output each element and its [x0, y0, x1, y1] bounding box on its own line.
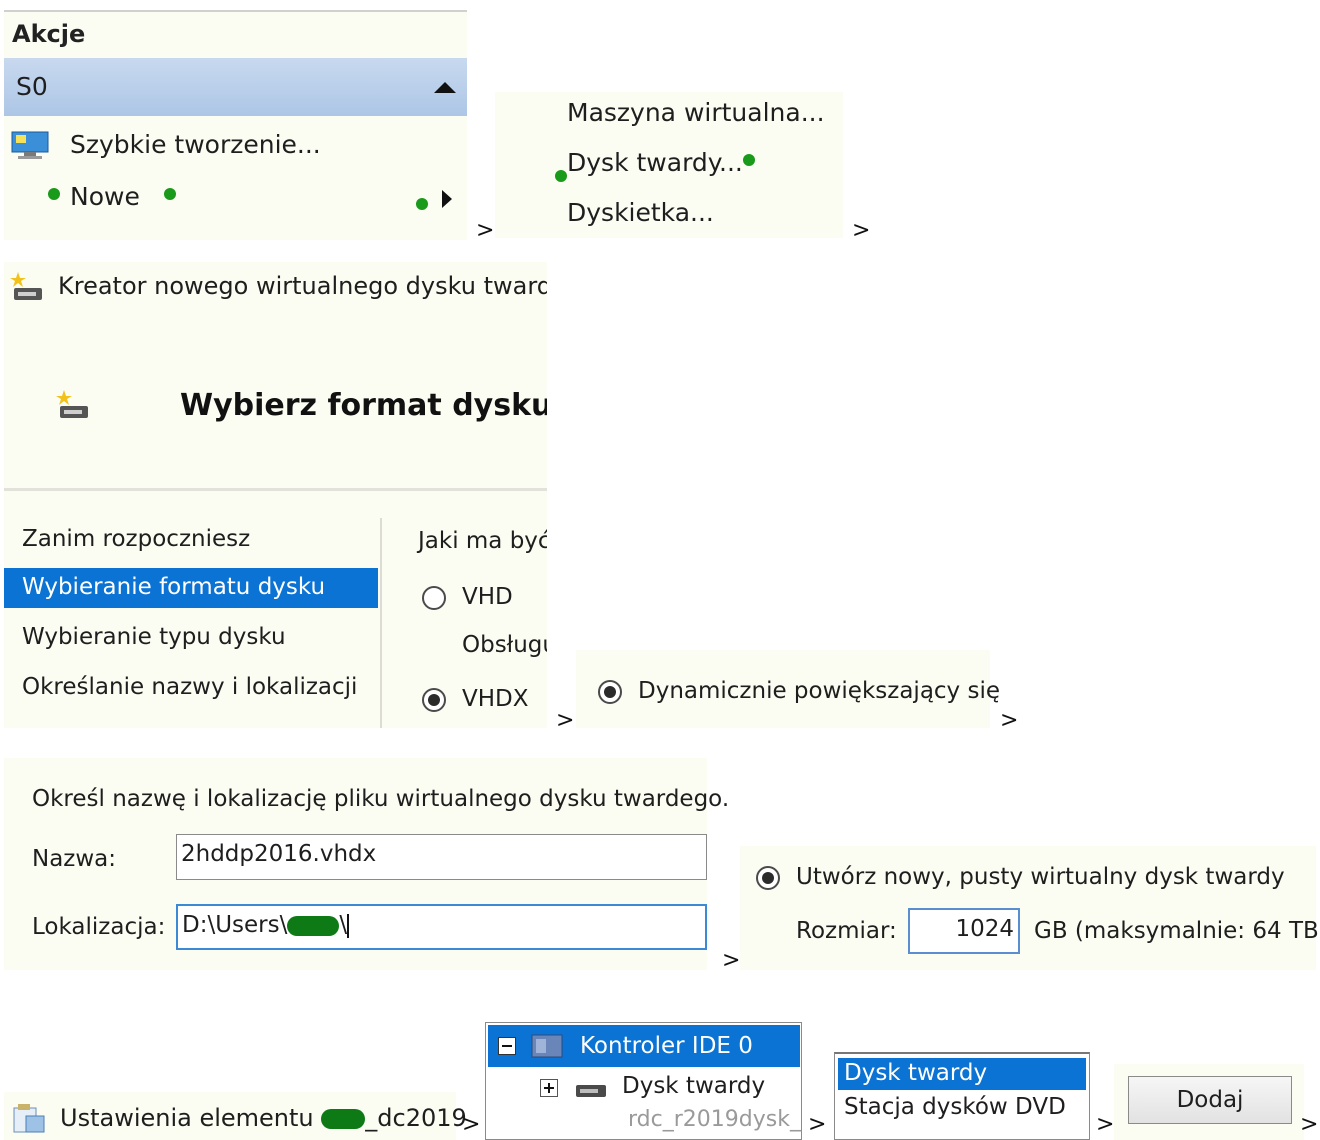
step-name-location[interactable]: Określanie nazwy i lokalizacji [22, 674, 357, 700]
steps-divider [380, 518, 382, 728]
step-choose-type[interactable]: Wybieranie typu dysku [22, 624, 286, 650]
device-item-dvd[interactable]: Stacja dysków DVD [844, 1094, 1066, 1120]
step-separator: > [852, 218, 871, 243]
location-suffix: \ [339, 912, 348, 938]
location-field[interactable]: D:\Users\ \ [176, 904, 707, 950]
settings-title-prefix: Ustawienia elementu [60, 1104, 322, 1132]
new-blank-disk-label: Utwórz nowy, pusty wirtualny dysk twardy [796, 864, 1285, 890]
collapse-box-icon[interactable] [498, 1037, 516, 1055]
new-submenu: Maszyna wirtualna... Dysk twardy... Dysk… [495, 92, 843, 238]
vhd-radio[interactable] [422, 586, 446, 610]
marker-dot [164, 188, 176, 200]
hard-disk-file: rdc_r2019dysk_ [628, 1107, 801, 1132]
monitor-icon [11, 131, 49, 159]
dynamic-radio[interactable] [598, 680, 622, 704]
settings-title-suffix: _dc2019 [365, 1104, 467, 1132]
marker-dot [416, 198, 428, 210]
plus-v [548, 1083, 550, 1093]
size-label: Rozmiar: [796, 918, 897, 944]
step-separator: > [808, 1112, 827, 1137]
device-label: Dysk twardy [844, 1060, 988, 1086]
redacted-username [287, 915, 340, 936]
add-button-area: Dodaj [1114, 1064, 1304, 1140]
location-label: Lokalizacja: [32, 914, 166, 940]
tree-item-hard-disk[interactable]: Dysk twardy [488, 1071, 800, 1105]
vhd-description: Obsługu [462, 632, 547, 658]
dynamic-label: Dynamicznie powiększający się [638, 678, 1001, 704]
name-field[interactable]: 2hddp2016.vhdx [176, 834, 707, 880]
add-button-label: Dodaj [1176, 1087, 1244, 1113]
marker-dot [743, 154, 755, 166]
size-unit: GB (maksymalnie: 64 TB) [1034, 918, 1320, 944]
text-cursor [347, 913, 350, 938]
settings-icon [13, 1104, 45, 1133]
header-divider [4, 488, 547, 491]
step-separator: > [1300, 1112, 1319, 1137]
vhdx-label: VHDX [462, 686, 529, 712]
format-question: Jaki ma być [418, 528, 547, 554]
controller-label: Kontroler IDE 0 [580, 1033, 753, 1059]
menu-item-hard-disk[interactable]: Dysk twardy... [567, 148, 743, 177]
location-prefix: D:\Users\ [182, 912, 288, 938]
step-separator: > [722, 948, 741, 973]
step-label: Wybieranie formatu dysku [22, 574, 326, 600]
actions-title: Akcje [12, 20, 86, 48]
device-item-hard-disk[interactable]: Dysk twardy [838, 1058, 1086, 1090]
add-button[interactable]: Dodaj [1128, 1076, 1292, 1124]
configure-disk-panel: Utwórz nowy, pusty wirtualny dysk twardy… [740, 846, 1320, 970]
disk-type-panel: Dynamicznie powiększający się [576, 650, 1000, 728]
new-item[interactable]: Nowe [4, 176, 467, 222]
step-separator: > [462, 1112, 481, 1137]
new-blank-disk-radio[interactable] [756, 866, 780, 890]
name-location-heading: Określ nazwę i lokalizację pliku wirtual… [32, 786, 730, 812]
wizard-window-title: Kreator nowego wirtualnego dysku tward [58, 272, 547, 300]
marker-dot [48, 188, 60, 200]
hardware-tree: Kontroler IDE 0 Dysk twardy rdc_r2019dys… [485, 1022, 802, 1140]
vhdx-radio[interactable] [422, 688, 446, 712]
controller-icon [531, 1034, 563, 1058]
submenu-arrow-icon [442, 190, 452, 208]
device-list: Dysk twardy Stacja dysków DVD [834, 1052, 1090, 1140]
name-location-panel: Określ nazwę i lokalizację pliku wirtual… [4, 758, 729, 970]
minus-sign [502, 1045, 512, 1047]
size-field[interactable]: 1024 [908, 908, 1020, 954]
step-choose-format[interactable]: Wybieranie formatu dysku [4, 568, 378, 608]
step-separator: > [556, 708, 575, 733]
hard-disk-label: Dysk twardy [622, 1073, 766, 1099]
quick-create-item[interactable]: Szybkie tworzenie... [4, 122, 467, 168]
menu-item-virtual-machine[interactable]: Maszyna wirtualna... [567, 98, 825, 127]
redacted-vm-name [321, 1109, 366, 1129]
section-header-s0[interactable]: S0 [4, 58, 467, 116]
marker-dot [555, 170, 567, 182]
tree-item-ide-controller[interactable]: Kontroler IDE 0 [488, 1025, 800, 1067]
wizard-page-title: Wybierz format dysku [180, 388, 547, 423]
new-disk-icon [56, 390, 88, 418]
step-separator: > [1096, 1112, 1115, 1137]
settings-title: Ustawienia elementu _dc2019 [60, 1104, 467, 1132]
collapse-icon[interactable] [434, 82, 456, 93]
step-separator: > [1000, 708, 1019, 733]
new-label: Nowe [70, 182, 140, 211]
hard-disk-icon [576, 1085, 606, 1097]
section-label: S0 [16, 72, 48, 101]
vhd-label: VHD [462, 584, 513, 610]
quick-create-label: Szybkie tworzenie... [70, 130, 321, 159]
new-disk-icon [10, 272, 42, 300]
step-before-you-begin[interactable]: Zanim rozpoczniesz [22, 526, 250, 552]
expand-box-icon[interactable] [540, 1079, 558, 1097]
step-separator: > [476, 218, 495, 243]
menu-item-floppy[interactable]: Dyskietka... [567, 198, 714, 227]
actions-panel: Akcje S0 Szybkie tworzenie... Nowe [4, 10, 467, 240]
wizard-window: Kreator nowego wirtualnego dysku tward W… [4, 262, 547, 728]
settings-title-bar: Ustawienia elementu _dc2019 [4, 1092, 467, 1140]
name-label: Nazwa: [32, 846, 117, 872]
